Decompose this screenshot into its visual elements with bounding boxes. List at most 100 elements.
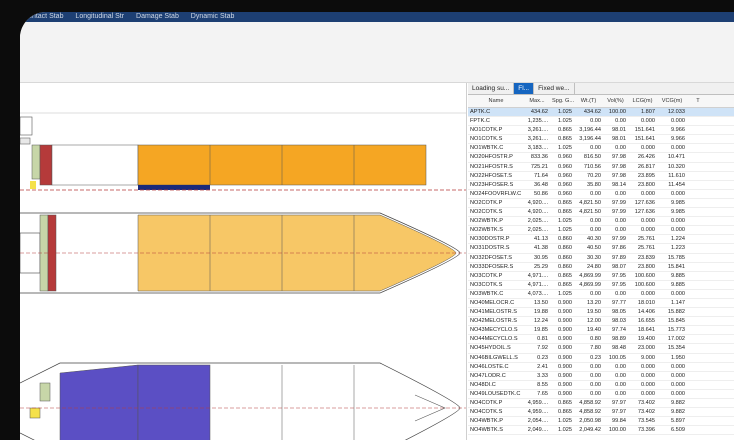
table-cell: 0.865: [558, 400, 572, 406]
table-cell: 15.882: [667, 309, 685, 316]
ship-drawing[interactable]: [20, 83, 467, 440]
table-cell: 19.40: [587, 327, 601, 334]
table-cell: 9.985: [671, 209, 685, 216]
table-row[interactable]: NO46LOSTE.C 2.41 0.900 0.00 0.00 0.000 0.000: [468, 363, 734, 372]
table-row[interactable]: NO2COTK.S 4,920.... 0.865 4,821.50 97.99 127.…: [468, 208, 734, 218]
table-row[interactable]: NO30DOSTR.P 41.13 0.860 40.30 97.99 25.761 1.2…: [468, 235, 734, 245]
table-cell: 0.000: [671, 218, 685, 225]
table-row[interactable]: NO44MECYCLO.S 0.81 0.900 0.80 98.89 19.400 17.…: [468, 335, 734, 345]
table-cell: 0.00: [590, 290, 601, 297]
table-row[interactable]: NO3WBTK.C 4,073.... 1.025 0.00 0.00 0.000 0.00…: [468, 290, 734, 299]
table-row[interactable]: NO4COTK.P 4,959.... 0.865 4,858.92 97.97 73.4…: [468, 399, 734, 409]
table-row[interactable]: NO4COTK.S 4,959.... 0.865 4,858.92 97.97 73.4…: [468, 408, 734, 418]
table-cell: 0.000: [641, 381, 655, 388]
table-cell: NO2COTK.P: [470, 199, 503, 206]
table-row[interactable]: NO49LOUSEDTK.C 7.65 0.900 0.00 0.00 0.000 0.00…: [468, 390, 734, 399]
column-header[interactable]: Vol(%): [603, 95, 628, 107]
table-cell: 0.00: [615, 372, 626, 379]
table-cell: 0.900: [558, 363, 572, 370]
table-row[interactable]: NO2WBTK.S 2,025.... 1.025 0.00 0.00 0.000 0.00…: [468, 226, 734, 236]
table-cell: 4,073....: [527, 290, 548, 297]
tab-fluid[interactable]: Fl...: [514, 83, 535, 94]
table-cell: NO46BILGWELL.S: [470, 354, 518, 361]
table-row[interactable]: NO23HFOSER.S 36.48 0.960 35.80 98.14 23.800 11…: [468, 181, 734, 190]
table-cell: 15.785: [667, 254, 685, 261]
table-row[interactable]: APTK.C 434.62 1.025 434.62 100.00 1.807 12.033: [468, 108, 734, 118]
table-cell: 30.30: [587, 254, 601, 261]
table-row[interactable]: NO42MELOSTR.S 12.24 0.900 12.00 98.03 16.655 1…: [468, 317, 734, 327]
app-window: Intact Stab Longitudinal Str Damage Stab…: [20, 12, 734, 440]
table-row[interactable]: NO21HFOSTR.S 725.21 0.960 710.56 97.98 26.817…: [468, 163, 734, 172]
column-header[interactable]: Name: [468, 95, 524, 107]
column-header[interactable]: VCG(m): [657, 95, 687, 107]
table-row[interactable]: NO3COTK.S 4,971.... 0.865 4,869.99 97.95 100.…: [468, 281, 734, 290]
tab-loading-summary[interactable]: Loading su...: [468, 83, 515, 94]
column-header[interactable]: LCG(m): [628, 95, 657, 107]
table-cell: 1.807: [641, 109, 655, 115]
table-cell: 23.839: [637, 254, 655, 261]
table-cell: 4,920....: [527, 199, 548, 206]
ship-drawing-svg: [20, 112, 466, 440]
table-row[interactable]: NO3COTK.P 4,971.... 0.865 4,869.99 97.95 100.…: [468, 272, 734, 281]
table-cell: 0.000: [641, 390, 655, 397]
table-row[interactable]: NO4WBTK.P 2,054.... 1.025 2,050.98 99.84 73.5…: [468, 417, 734, 427]
table-row[interactable]: NO1COTK.S 3,261.... 0.865 3,196.44 98.01 151.…: [468, 135, 734, 145]
table-cell: 0.960: [558, 190, 572, 197]
table-row[interactable]: NO4WBTK.S 2,049.... 1.025 2,049.42 100.00 73.…: [468, 426, 734, 436]
table-row[interactable]: NO32DFOSET.S 30.95 0.860 30.30 97.89 23.839 15…: [468, 254, 734, 263]
table-row[interactable]: NO41MELOSTR.S 19.88 0.900 19.50 98.05 14.406 1…: [468, 308, 734, 318]
table-cell: 6.509: [671, 427, 685, 434]
menu-item[interactable]: Longitudinal Str: [75, 13, 124, 20]
table-row[interactable]: NO40MELOCR.C 13.50 0.900 13.20 97.77 18.010 1.…: [468, 299, 734, 309]
menu-item[interactable]: Dynamic Stab: [191, 13, 235, 20]
table-row[interactable]: NO22HFOSET.S 71.64 0.960 70.20 97.98 23.895 11…: [468, 172, 734, 181]
table-cell: 0.00: [590, 118, 601, 125]
table-row[interactable]: NO2WBTK.P 2,025.... 1.025 0.00 0.00 0.000 0.00…: [468, 217, 734, 227]
table-cell: 98.07: [612, 263, 626, 270]
table-cell: 0.000: [671, 363, 685, 370]
table-row[interactable]: NO45HYDOIL.S 7.92 0.900 7.80 98.48 23.000 15.3…: [468, 344, 734, 354]
menu-item[interactable]: Damage Stab: [136, 13, 179, 20]
table-cell: 97.98: [612, 163, 626, 170]
table-cell: 97.77: [612, 299, 626, 306]
table-row[interactable]: NO20HFOSTR.P 833.36 0.960 816.50 97.98 26.426…: [468, 153, 734, 163]
table-cell: 1.224: [671, 236, 685, 243]
table-row[interactable]: NO24FOOVRFLW.C 50.86 0.960 0.00 0.00 0.000 0.0…: [468, 190, 734, 199]
table-cell: 0.960: [558, 172, 572, 179]
table-cell: 99.84: [612, 418, 626, 425]
table-cell: 12.24: [534, 318, 548, 325]
table-cell: 0.900: [558, 372, 572, 379]
table-cell: 25.761: [637, 245, 655, 252]
menu-item[interactable]: Intact Stab: [30, 13, 63, 20]
table-row[interactable]: NO33DFOSER.S 25.29 0.860 24.80 98.07 23.800 15…: [468, 263, 734, 272]
table-cell: 97.95: [612, 272, 626, 279]
table-row[interactable]: NO31DOSTR.S 41.38 0.860 40.50 97.86 25.761 1.2…: [468, 244, 734, 254]
table-cell: 3,196.44: [579, 127, 601, 134]
table-cell: 19.85: [534, 327, 548, 334]
table-cell: 0.00: [615, 118, 626, 125]
table-cell: 15.841: [667, 263, 685, 270]
table-cell: 0.860: [558, 263, 572, 270]
table-row[interactable]: NO1WBTK.C 3,183.... 1.025 0.00 0.00 0.000 0.00…: [468, 144, 734, 154]
table-row[interactable]: NO47LODR.C 3.33 0.900 0.00 0.00 0.000 0.000: [468, 372, 734, 381]
table-cell: 4,971....: [527, 281, 548, 288]
table-row[interactable]: NO48DI.C 8.55 0.900 0.00 0.00 0.000 0.000: [468, 381, 734, 390]
column-header[interactable]: T: [687, 95, 709, 107]
tab-fixed-weight[interactable]: Fixed we...: [534, 83, 575, 94]
table-cell: NO46LOSTE.C: [470, 363, 509, 370]
table-cell: 97.97: [612, 409, 626, 416]
column-header[interactable]: Wt.(T): [574, 95, 603, 107]
table-cell: 2,049.42: [579, 427, 601, 434]
table-row[interactable]: NO46BILGWELL.S 0.23 0.900 0.23 100.05 9.000 1.…: [468, 354, 734, 363]
table-row[interactable]: FPTK.C 1,235.... 1.025 0.00 0.00 0.000 0.000: [468, 117, 734, 127]
table-cell: 0.865: [558, 209, 572, 216]
column-header[interactable]: Spg. G...: [550, 95, 574, 107]
table-row[interactable]: NO2COTK.P 4,920.... 0.865 4,821.50 97.99 127.…: [468, 199, 734, 209]
table-row[interactable]: NO1COTK.P 3,261.... 0.865 3,196.44 98.01 151.…: [468, 126, 734, 136]
table-cell: 25.29: [534, 263, 548, 270]
table-cell: 16.655: [637, 318, 655, 325]
table-row[interactable]: NO43MECYCLO.S 19.85 0.900 19.40 97.74 18.641 1…: [468, 326, 734, 336]
table-cell: 0.900: [558, 345, 572, 352]
table-cell: APTK.C: [470, 109, 491, 115]
column-header[interactable]: Max...: [524, 95, 550, 107]
